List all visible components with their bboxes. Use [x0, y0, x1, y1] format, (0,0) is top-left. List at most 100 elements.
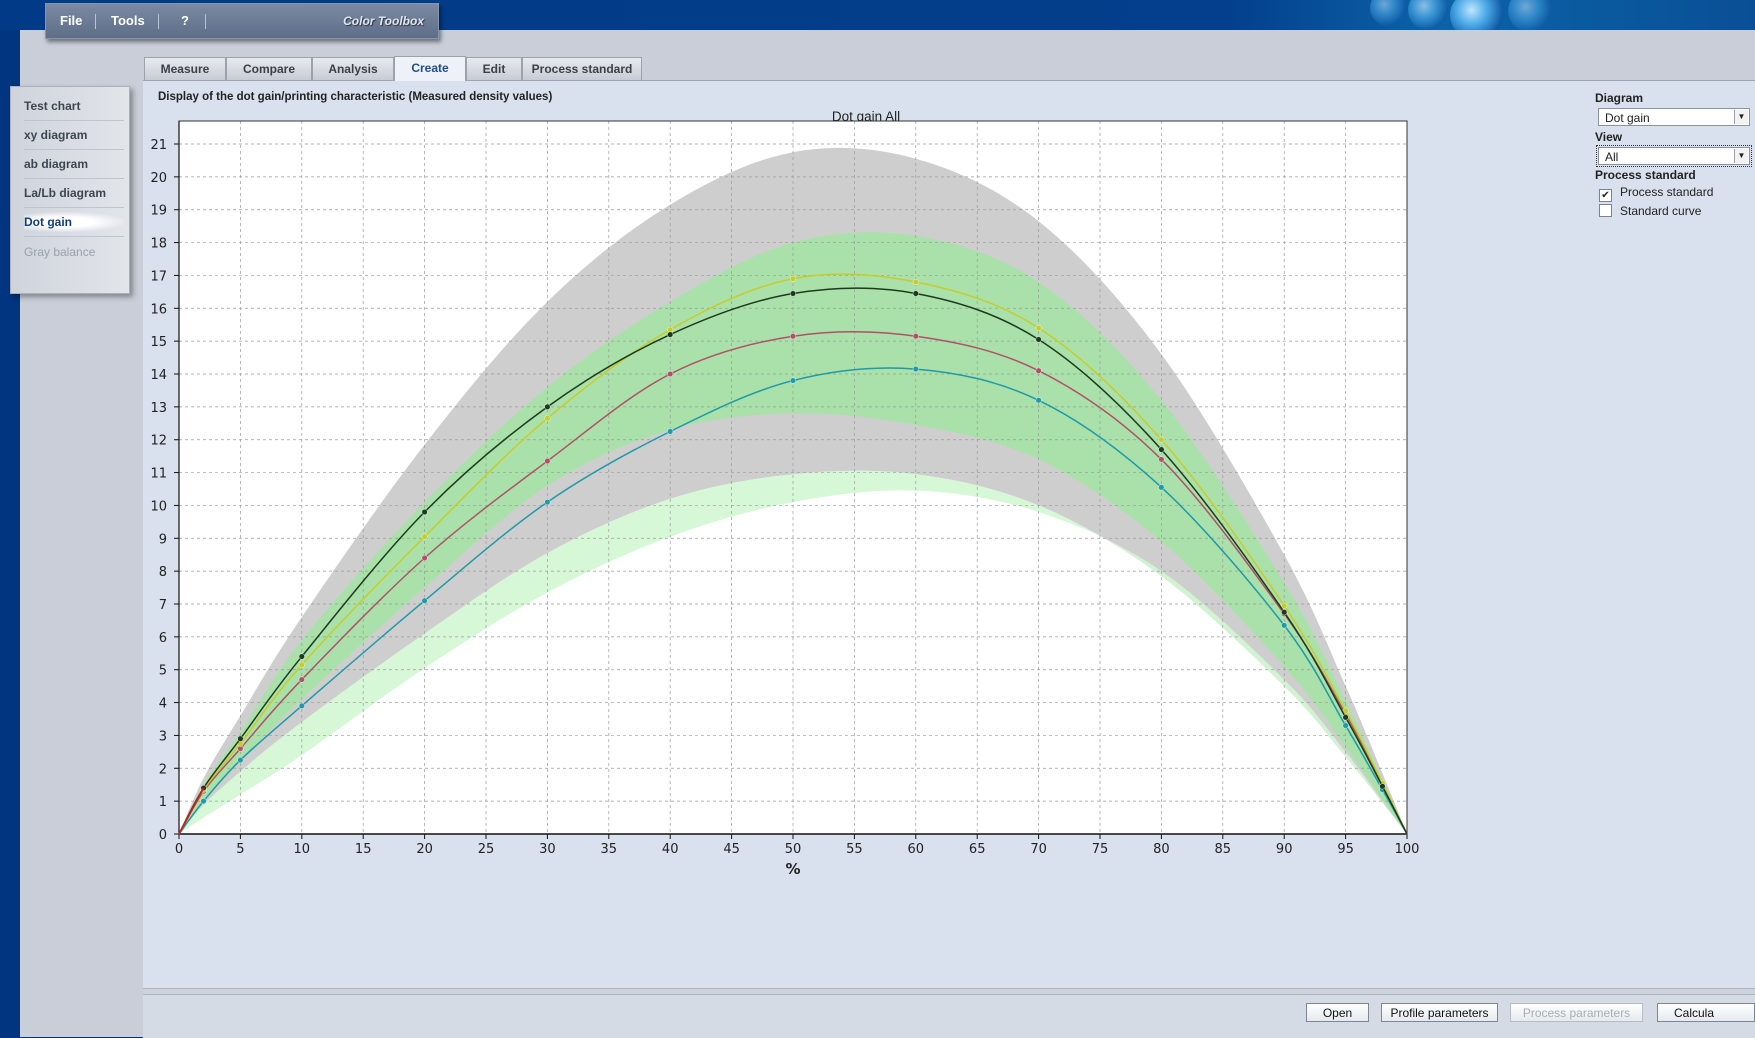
y-tick-label: 12 [150, 434, 167, 449]
data-point-yellow [1035, 324, 1042, 331]
y-tick-label: 18 [150, 237, 167, 252]
x-tick-label: 35 [601, 842, 618, 857]
sidebar-divider [24, 236, 124, 237]
data-point-black [1379, 783, 1386, 790]
tab-measure[interactable]: Measure [144, 57, 226, 80]
sidebar-item-dot-gain[interactable]: Dot gain [24, 212, 124, 232]
checkmark-icon[interactable]: ✔ [1599, 189, 1612, 202]
data-point-black [421, 509, 428, 516]
tab-edit[interactable]: Edit [466, 57, 522, 80]
brand-logo: Color Toolbox [343, 14, 424, 28]
data-point-magenta [912, 333, 919, 340]
sidebar-item-gray-balance[interactable]: Gray balance [24, 242, 124, 262]
data-point-cyan [790, 377, 797, 384]
sidebar-divider [24, 207, 124, 208]
process-standard-checkbox-label: Process standard [1620, 185, 1714, 199]
y-tick-label: 5 [159, 664, 167, 679]
sidebar-divider [24, 120, 124, 121]
y-tick-label: 8 [159, 565, 167, 580]
diagram-label: Diagram [1595, 91, 1644, 105]
data-point-black [1158, 446, 1165, 453]
tab-create[interactable]: Create [394, 56, 466, 81]
menu-help[interactable]: ? [181, 13, 189, 28]
sidebar-item-la-lb-diagram[interactable]: La/Lb diagram [24, 183, 124, 203]
x-tick-label: 0 [175, 842, 183, 857]
data-point-black [298, 653, 305, 660]
x-tick-label: 100 [1395, 842, 1420, 857]
y-tick-label: 15 [150, 335, 167, 350]
standard-curve-checkbox[interactable]: Standard curve [1599, 204, 1701, 218]
x-tick-label: 70 [1030, 842, 1047, 857]
menu-separator [95, 14, 96, 29]
x-tick-label: 85 [1215, 842, 1232, 857]
data-point-cyan [544, 499, 551, 506]
y-tick-label: 0 [159, 828, 167, 843]
tab-analysis[interactable]: Analysis [312, 57, 394, 80]
data-point-black [544, 403, 551, 410]
menu-separator [205, 14, 206, 29]
sidebar-item-ab-diagram[interactable]: ab diagram [24, 154, 124, 174]
data-point-yellow [544, 415, 551, 422]
menu-file[interactable]: File [60, 13, 82, 28]
data-point-magenta [421, 555, 428, 562]
data-point-magenta [1158, 456, 1165, 463]
x-tick-label: 15 [355, 842, 372, 857]
y-tick-label: 20 [150, 171, 167, 186]
data-point-cyan [1158, 484, 1165, 491]
data-point-cyan [667, 428, 674, 435]
y-tick-label: 19 [150, 204, 167, 219]
data-point-cyan [200, 798, 207, 805]
x-tick-label: 10 [294, 842, 311, 857]
tab-process-standard[interactable]: Process standard [522, 57, 642, 80]
view-select[interactable]: All ▼ [1596, 145, 1752, 167]
data-point-black [1035, 336, 1042, 343]
data-point-cyan [912, 366, 919, 373]
sidebar-divider [24, 178, 124, 179]
menu-tools[interactable]: Tools [111, 13, 145, 28]
data-point-yellow [912, 278, 919, 285]
diagram-select-value: Dot gain [1605, 111, 1650, 125]
menu-separator [158, 14, 159, 29]
decorative-orb-icon [1370, 0, 1406, 26]
data-point-yellow [298, 661, 305, 668]
data-point-cyan [298, 702, 305, 709]
sidebar-item-test-chart[interactable]: Test chart [24, 96, 124, 116]
checkbox-empty-icon[interactable] [1599, 204, 1612, 217]
x-tick-label: 45 [723, 842, 740, 857]
open-button[interactable]: Open [1306, 1003, 1369, 1022]
x-tick-label: 60 [908, 842, 925, 857]
sidebar: Test chart xy diagram ab diagram La/Lb d… [10, 86, 130, 294]
data-point-yellow [421, 533, 428, 540]
menu-bar: File Tools ? Color Toolbox [45, 3, 439, 39]
data-point-magenta [298, 676, 305, 683]
data-point-cyan [1342, 722, 1349, 729]
x-tick-label: 30 [539, 842, 556, 857]
x-tick-label: 95 [1337, 842, 1354, 857]
chevron-down-icon[interactable]: ▼ [1734, 110, 1748, 124]
data-point-yellow [790, 275, 797, 282]
data-point-black [1342, 714, 1349, 721]
data-point-cyan [1281, 622, 1288, 629]
y-tick-label: 1 [159, 795, 167, 810]
process-standard-checkbox[interactable]: ✔ Process standard [1599, 185, 1713, 202]
y-tick-label: 6 [159, 631, 167, 646]
diagram-select[interactable]: Dot gain ▼ [1598, 108, 1750, 126]
x-tick-label: 20 [416, 842, 433, 857]
sidebar-divider [24, 149, 124, 150]
main-panel: Display of the dot gain/printing charact… [143, 80, 1755, 989]
data-point-black [912, 290, 919, 297]
data-point-magenta [544, 458, 551, 465]
calculate-button[interactable]: Calcula [1657, 1003, 1755, 1022]
decorative-orb-icon [1508, 0, 1552, 32]
x-tick-label: 65 [969, 842, 986, 857]
x-tick-label: 5 [236, 842, 244, 857]
tab-compare[interactable]: Compare [226, 57, 312, 80]
chevron-down-icon[interactable]: ▼ [1734, 149, 1748, 163]
sidebar-item-xy-diagram[interactable]: xy diagram [24, 125, 124, 145]
process-parameters-button[interactable]: Process parameters [1510, 1003, 1643, 1022]
y-tick-label: 10 [150, 499, 167, 514]
x-tick-label: 40 [662, 842, 679, 857]
profile-parameters-button[interactable]: Profile parameters [1381, 1003, 1498, 1022]
data-point-magenta [1035, 367, 1042, 374]
y-tick-label: 14 [150, 368, 167, 383]
